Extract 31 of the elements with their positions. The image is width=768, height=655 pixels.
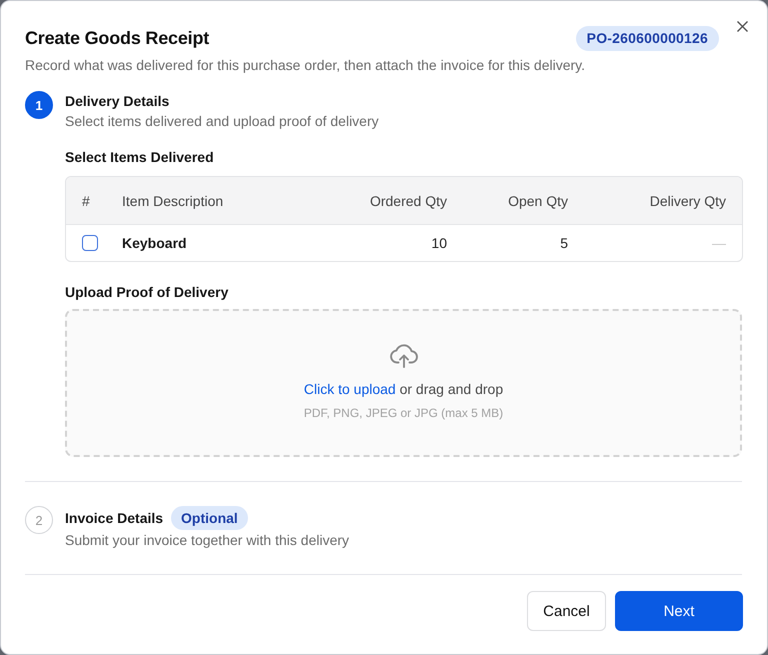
column-header: Open Qty: [508, 192, 568, 208]
column-header: Ordered Qty: [370, 192, 447, 208]
column-header: #: [82, 192, 90, 208]
upload-link[interactable]: Click to upload: [304, 381, 396, 397]
step-description: Select items delivered and upload proof of delivery: [65, 112, 380, 131]
step-number: 2: [25, 506, 53, 534]
section-heading: Upload Proof of Delivery: [65, 283, 230, 302]
open-qty: 5: [560, 235, 568, 251]
order-number-badge: PO-260600000126: [576, 26, 719, 50]
item-name: Keyboard: [122, 235, 187, 251]
ordered-qty: 10: [431, 235, 447, 251]
step-number: 1: [25, 91, 53, 119]
upload-instruction: Click to upload or drag and drop: [304, 380, 504, 399]
step-description: Submit your invoice together with this delivery: [65, 531, 350, 550]
step-title: Invoice Details: [65, 509, 164, 528]
optional-badge: Optional: [171, 506, 248, 530]
row-checkbox[interactable]: [82, 235, 98, 251]
column-header: Delivery Qty: [650, 192, 726, 208]
close-icon: [736, 20, 748, 32]
next-button[interactable]: Next: [615, 591, 743, 631]
step-title: Delivery Details: [65, 92, 170, 111]
delivery-qty: —: [712, 235, 726, 251]
cancel-button[interactable]: Cancel: [527, 591, 606, 631]
dialog-title: Create Goods Receipt: [25, 28, 210, 48]
file-format-hint: PDF, PNG, JPEG or JPG (max 5 MB): [304, 405, 504, 421]
cloud-upload-icon: [390, 343, 418, 368]
dialog-subtitle: Record what was delivered for this purchase order, then attach the invoice for this delivery.: [25, 56, 586, 75]
close-button[interactable]: [735, 19, 749, 33]
upload-dropzone[interactable]: Click to upload or drag and drop PDF, PNG, JPEG or JPG (max 5 MB): [65, 309, 742, 457]
column-header: Item Description: [122, 192, 224, 208]
section-heading: Select Items Delivered: [65, 148, 215, 167]
